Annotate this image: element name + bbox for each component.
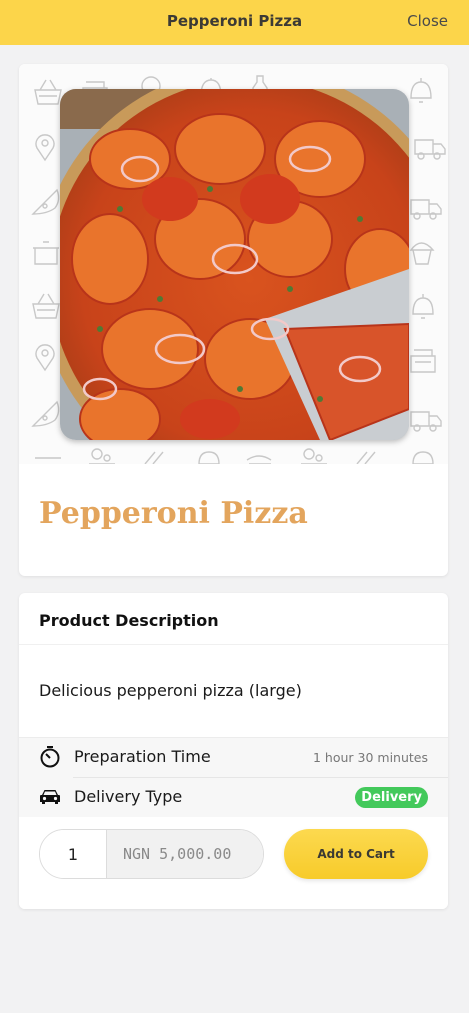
quantity-input[interactable] <box>40 830 107 878</box>
preparation-time-value: 1 hour 30 minutes <box>312 750 428 765</box>
delivery-type-label: Delivery Type <box>74 787 183 806</box>
product-description-card: Product Description Delicious pepperoni … <box>19 593 448 909</box>
product-hero-card: Pepperoni Pizza <box>19 64 448 576</box>
quantity-price-group: NGN 5,000.00 <box>39 829 264 879</box>
cash-register-icon <box>410 349 436 373</box>
add-to-cart-row: NGN 5,000.00 Add to Cart <box>19 817 448 909</box>
preparation-time-label: Preparation Time <box>74 747 211 766</box>
product-image <box>60 89 409 440</box>
bell-icon <box>412 294 434 319</box>
add-to-cart-button[interactable]: Add to Cart <box>284 829 428 879</box>
basket-icon <box>34 79 62 105</box>
pizza-slice-icon <box>31 188 60 215</box>
close-button[interactable]: Close <box>407 0 448 45</box>
bell-icon <box>412 451 434 464</box>
divider <box>19 644 448 645</box>
delivery-badge: Delivery <box>355 787 428 808</box>
utensils-icon <box>356 451 376 464</box>
page-title: Pepperoni Pizza <box>166 12 303 30</box>
bell-icon <box>410 78 432 103</box>
location-pin-icon <box>35 344 55 372</box>
utensils-icon <box>144 451 164 464</box>
cupcake-icon <box>409 242 435 265</box>
truck-icon <box>410 199 442 220</box>
preparation-time-row: Preparation Time 1 hour 30 minutes <box>19 738 448 778</box>
price-display: NGN 5,000.00 <box>107 830 263 878</box>
basket-icon <box>32 293 60 319</box>
description-text: Delicious pepperoni pizza (large) <box>39 681 302 700</box>
description-heading: Product Description <box>39 611 219 630</box>
car-icon <box>38 786 62 808</box>
timer-icon <box>38 746 62 768</box>
top-bar: Pepperoni Pizza Close <box>0 0 469 45</box>
bell-icon <box>198 451 220 464</box>
product-name: Pepperoni Pizza <box>39 496 308 531</box>
product-details: Preparation Time 1 hour 30 minutes Deliv… <box>19 737 448 817</box>
pizza-slice-icon <box>246 455 272 464</box>
chef-icon <box>89 448 115 464</box>
truck-icon <box>414 139 446 160</box>
pot-icon <box>33 241 59 265</box>
location-pin-icon <box>35 134 55 162</box>
pizza-slice-icon <box>31 400 60 427</box>
delivery-type-row: Delivery Type Delivery <box>19 778 448 817</box>
truck-icon <box>410 411 442 432</box>
chef-icon <box>301 448 327 464</box>
